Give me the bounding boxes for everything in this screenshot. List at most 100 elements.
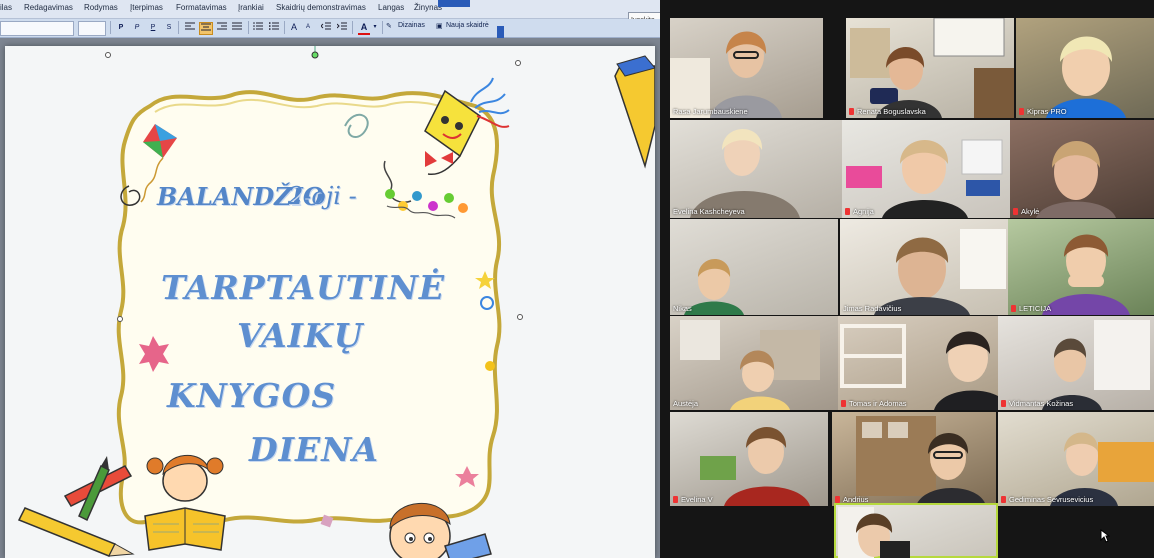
webcam-feed [850,18,1014,118]
menu-format[interactable]: Formatavimas [176,3,227,12]
font-size-combo[interactable] [78,21,106,36]
align-left-icon[interactable] [184,22,196,33]
muted-microphone-icon [841,400,846,407]
muted-microphone-icon [835,496,840,503]
toolbar-separator [382,21,383,34]
menu-bar: ilas Redagavimas Rodymas Įterpimas Forma… [0,0,660,19]
justify-icon[interactable] [231,22,243,33]
webcam-feed [874,229,1006,315]
muted-microphone-icon [1001,400,1006,407]
slide-date-day: 2-oji - [288,182,357,210]
selection-handle[interactable] [105,52,111,58]
participant-name: Evelina V [681,495,713,504]
menu-window[interactable]: Langas [378,3,404,12]
participant-video-tile[interactable]: Evelina Kashcheyeva [670,120,842,218]
toolbar-scroll-button[interactable] [438,0,470,7]
new-slide-icon[interactable]: ▣ [436,22,443,30]
font-name-combo[interactable] [0,21,74,36]
participant-name: Agnija [853,207,874,216]
participant-name: Evelina Kashcheyeva [673,207,745,216]
menu-edit[interactable]: Redagavimas [24,3,73,12]
muted-microphone-icon [849,108,854,115]
participant-video-tile[interactable]: Austėja [670,316,838,410]
video-gallery: Rasa Jarumbauskiene Renata Boguslavska K… [660,0,1154,558]
menu-tools[interactable]: Įrankiai [238,3,264,12]
design-button[interactable]: Dizainas [398,22,425,29]
participant-video-tile[interactable]: Rasa Jarumbauskiene [670,18,823,118]
slide[interactable]: BALANDŽIO 2-oji - TARPTAUTINĖ VAIKŲ KNYG… [5,46,655,558]
muted-microphone-icon [845,208,850,215]
bulleted-list-icon[interactable] [268,22,280,33]
participant-video-tile[interactable]: LETICIJA [1008,219,1154,315]
align-center-icon[interactable] [199,22,213,35]
increase-font-icon[interactable]: A [288,22,300,33]
new-slide-button[interactable]: Nauja skaidrė [446,22,489,29]
muted-microphone-icon [1011,305,1016,312]
toolbar-separator [248,21,249,34]
slide-title-line-3: KNYGOS [167,376,337,415]
participant-video-tile[interactable]: Gediminas Sevrusevicius [998,412,1154,506]
design-icon[interactable]: ✎ [386,22,392,30]
selection-handle[interactable] [117,316,123,322]
participant-name: Renata Boguslavska [857,107,926,116]
participant-video-tile[interactable]: Renata Boguslavska [846,18,1014,118]
font-color-button[interactable]: A [358,22,370,35]
muted-microphone-icon [673,496,678,503]
participant-video-tile[interactable]: Nikas [670,219,838,315]
slide-title-line-2: VAIKŲ [237,316,364,355]
participant-name: Austėja [673,399,699,408]
participant-name: Vidmantas Kožinas [1009,399,1074,408]
participant-name: Rasa Jarumbauskiene [673,107,748,116]
participant-video-tile[interactable]: Tomas ir Adomas [838,316,998,410]
decrease-font-icon[interactable]: A [302,22,314,33]
webcam-feed [700,427,810,506]
numbered-list-icon[interactable] [252,22,264,33]
participant-name: Akylė [1021,207,1040,216]
muted-microphone-icon [1013,208,1018,215]
decrease-indent-icon[interactable] [320,22,332,33]
menu-slideshow[interactable]: Skaidrių demonstravimas [276,3,366,12]
slide-editing-area: BALANDŽIO 2-oji - TARPTAUTINĖ VAIKŲ KNYG… [0,38,660,558]
slide-title-line-4: DIENA [249,430,379,469]
webcam-feed [684,259,744,315]
slide-title-line-1: TARPTAUTINĖ [161,268,446,307]
webcam-feed [1036,141,1116,218]
mouse-cursor-icon [1100,529,1110,543]
italic-button[interactable]: P [132,22,142,33]
participant-name: Jimas Radavičius [843,304,902,313]
bold-button[interactable]: P [116,22,126,33]
align-right-icon[interactable] [216,22,228,33]
toolbar-separator [352,21,353,34]
menu-file[interactable]: ilas [0,3,12,12]
participant-name: Kipras PRO [1027,107,1067,116]
participant-video-tile[interactable]: Evelina V [670,412,828,506]
webcam-feed [690,129,800,218]
webcam-feed [840,324,998,410]
participant-name: Tomas ir Adomas [849,399,907,408]
muted-microphone-icon [1019,108,1024,115]
participant-video-tile-active[interactable] [834,503,998,558]
webcam-feed [838,507,910,558]
selection-handle[interactable] [515,60,521,66]
webcam-feed [670,31,782,118]
webcam-feed [846,139,1003,218]
participant-video-tile[interactable]: Kipras PRO [1016,18,1154,118]
underline-button[interactable]: P [148,22,158,33]
webcam-feed [1050,432,1154,506]
font-color-dropdown-icon[interactable]: ▾ [372,22,378,33]
participant-video-tile[interactable]: Andrius [832,412,996,506]
participant-video-tile[interactable]: Jimas Radavičius [840,219,1008,315]
boy-reading-illustration [389,502,492,558]
increase-indent-icon[interactable] [336,22,348,33]
formatting-toolbar: P P P S A A A ▾ ✎ Dizainas ▣ Nauja skaid… [0,19,660,38]
webcam-feed [1042,234,1130,315]
menu-view[interactable]: Rodymas [84,3,118,12]
participant-video-tile[interactable]: Vidmantas Kožinas [998,316,1154,410]
participant-video-tile[interactable]: Agnija [842,120,1010,218]
selection-handle[interactable] [517,314,523,320]
shadow-button[interactable]: S [164,22,174,33]
toolbar-separator [284,21,285,34]
participant-name: Nikas [673,304,692,313]
participant-video-tile[interactable]: Akylė [1010,120,1154,218]
menu-insert[interactable]: Įterpimas [130,3,163,12]
